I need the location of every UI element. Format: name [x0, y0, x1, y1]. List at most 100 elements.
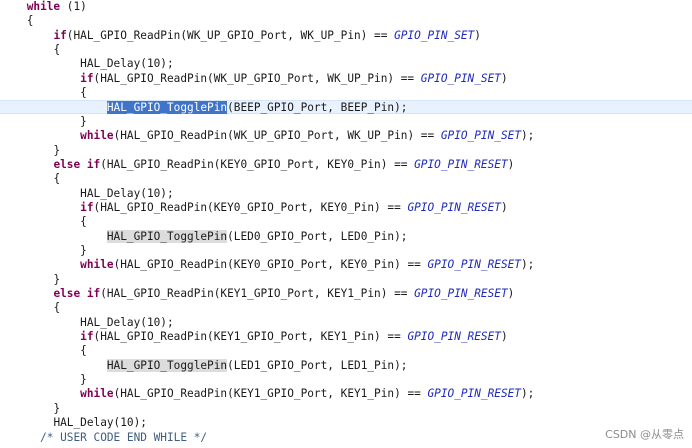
- code-token: (LED0_GPIO_Port, LED0_Pin);: [227, 229, 408, 243]
- macro-token: GPIO_PIN_RESET: [427, 258, 521, 272]
- code-line[interactable]: HAL_GPIO_TogglePin(LED1_GPIO_Port, LED1_…: [0, 358, 692, 373]
- code-token: ): [500, 330, 508, 344]
- keyword-token: while: [80, 258, 114, 272]
- code-line[interactable]: if(HAL_GPIO_ReadPin(WK_UP_GPIO_Port, WK_…: [0, 29, 692, 43]
- code-token: (1): [60, 0, 87, 13]
- macro-token: GPIO_PIN_SET: [420, 71, 501, 85]
- keyword-token: else if: [53, 157, 101, 171]
- keyword-token: if: [80, 71, 94, 85]
- code-token: }: [80, 243, 87, 257]
- code-line[interactable]: }: [0, 244, 692, 258]
- code-line[interactable]: while(HAL_GPIO_ReadPin(KEY1_GPIO_Port, K…: [0, 387, 692, 401]
- code-line[interactable]: if(HAL_GPIO_ReadPin(WK_UP_GPIO_Port, WK_…: [0, 72, 692, 86]
- code-token: }: [53, 272, 61, 286]
- code-token: HAL_Delay(10);: [53, 416, 147, 430]
- code-line[interactable]: {: [0, 14, 692, 28]
- selected-identifier: HAL_GPIO_TogglePin: [106, 101, 228, 115]
- code-token: }: [80, 114, 87, 128]
- code-line[interactable]: while (1): [0, 0, 692, 14]
- code-token: }: [80, 373, 87, 387]
- code-token: (HAL_GPIO_ReadPin(KEY1_GPIO_Port, KEY1_P…: [93, 330, 408, 344]
- macro-token: GPIO_PIN_RESET: [414, 157, 508, 171]
- macro-token: GPIO_PIN_SET: [394, 28, 475, 42]
- code-token: {: [53, 301, 61, 315]
- code-line[interactable]: while(HAL_GPIO_ReadPin(WK_UP_GPIO_Port, …: [0, 129, 692, 143]
- code-line[interactable]: {: [0, 43, 692, 57]
- code-token: {: [26, 14, 34, 28]
- code-line[interactable]: if(HAL_GPIO_ReadPin(KEY1_GPIO_Port, KEY1…: [0, 330, 692, 344]
- code-line[interactable]: HAL_Delay(10);: [0, 416, 692, 430]
- code-token: {: [80, 215, 87, 229]
- code-token: ): [507, 287, 515, 300]
- code-token: (HAL_GPIO_ReadPin(KEY0_GPIO_Port, KEY0_P…: [113, 258, 428, 272]
- code-line[interactable]: }: [0, 115, 692, 129]
- keyword-token: while: [26, 0, 61, 13]
- code-token: HAL_Delay(10);: [80, 186, 174, 200]
- code-token: {: [53, 43, 61, 57]
- code-line[interactable]: else if(HAL_GPIO_ReadPin(KEY0_GPIO_Port,…: [0, 158, 692, 172]
- code-line[interactable]: }: [0, 402, 692, 416]
- code-token: );: [521, 258, 535, 272]
- identifier-occurrence: HAL_GPIO_TogglePin: [106, 358, 228, 372]
- code-line[interactable]: }: [0, 144, 692, 158]
- code-token: (HAL_GPIO_ReadPin(KEY1_GPIO_Port, KEY1_P…: [113, 387, 428, 401]
- code-line[interactable]: {: [0, 344, 692, 358]
- code-line[interactable]: if(HAL_GPIO_ReadPin(KEY0_GPIO_Port, KEY0…: [0, 201, 692, 215]
- code-token: ): [500, 200, 508, 214]
- macro-token: GPIO_PIN_RESET: [407, 330, 501, 344]
- keyword-token: if: [53, 28, 67, 42]
- code-line[interactable]: {: [0, 301, 692, 315]
- code-line[interactable]: HAL_Delay(10);: [0, 57, 692, 71]
- csdn-watermark: CSDN @从零点: [605, 428, 684, 441]
- code-line[interactable]: {: [0, 86, 692, 100]
- code-token: (HAL_GPIO_ReadPin(KEY0_GPIO_Port, KEY0_P…: [93, 200, 408, 214]
- keyword-token: else if: [53, 287, 101, 300]
- code-line[interactable]: }: [0, 373, 692, 387]
- code-line[interactable]: while(HAL_GPIO_ReadPin(KEY0_GPIO_Port, K…: [0, 258, 692, 272]
- code-line[interactable]: /* USER CODE END WHILE */: [0, 431, 692, 445]
- code-token: (BEEP_GPIO_Port, BEEP_Pin);: [227, 101, 408, 115]
- code-token: {: [80, 344, 87, 358]
- keyword-token: while: [80, 129, 114, 143]
- code-line[interactable]: {: [0, 215, 692, 229]
- code-line[interactable]: }: [0, 273, 692, 287]
- code-token: (HAL_GPIO_ReadPin(WK_UP_GPIO_Port, WK_UP…: [93, 71, 421, 85]
- code-line[interactable]: HAL_Delay(10);: [0, 316, 692, 330]
- code-token: (HAL_GPIO_ReadPin(KEY0_GPIO_Port, KEY0_P…: [100, 157, 415, 171]
- code-editor[interactable]: while (1) { if(HAL_GPIO_ReadPin(WK_UP_GP…: [0, 0, 692, 448]
- code-line[interactable]: else if(HAL_GPIO_ReadPin(KEY1_GPIO_Port,…: [0, 287, 692, 301]
- current-line[interactable]: HAL_GPIO_TogglePin(BEEP_GPIO_Port, BEEP_…: [0, 100, 692, 115]
- code-line[interactable]: HAL_Delay(10);: [0, 187, 692, 201]
- macro-token: GPIO_PIN_RESET: [427, 387, 521, 401]
- code-token: (LED1_GPIO_Port, LED1_Pin);: [227, 358, 408, 372]
- code-token: }: [53, 401, 61, 415]
- code-line[interactable]: {: [0, 172, 692, 186]
- code-token: ): [474, 28, 481, 42]
- code-line[interactable]: HAL_GPIO_TogglePin(LED0_GPIO_Port, LED0_…: [0, 229, 692, 244]
- code-token: ): [500, 71, 508, 85]
